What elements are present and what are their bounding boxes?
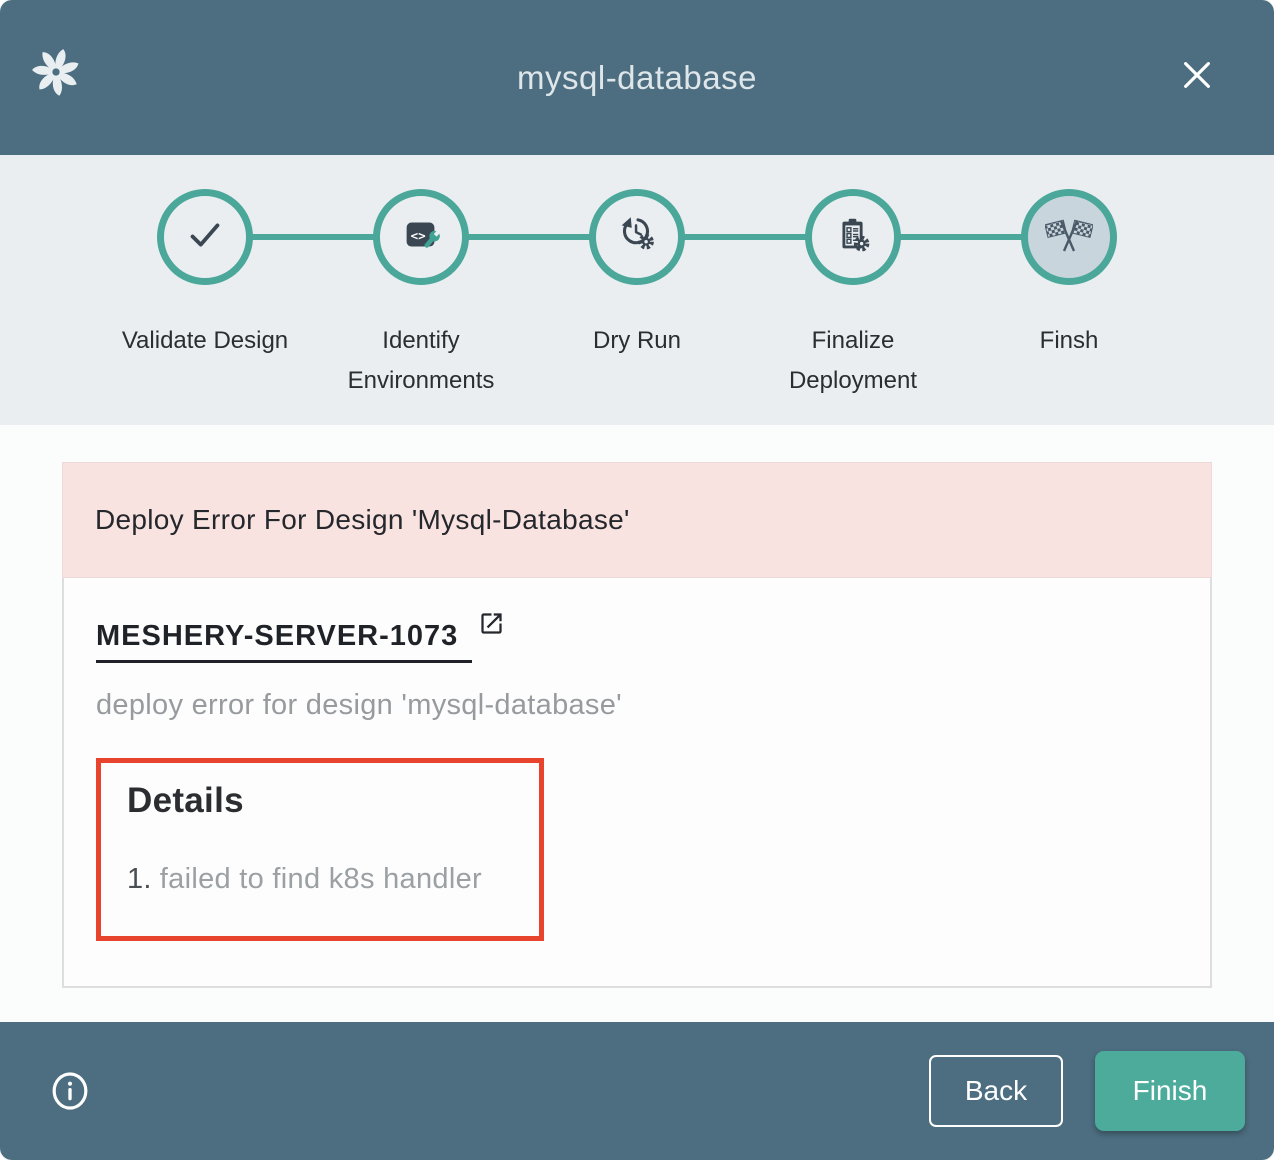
- step-circle-validate: [157, 189, 253, 285]
- step-circle-finalize: [805, 189, 901, 285]
- error-banner: Deploy Error For Design 'Mysql-Database': [62, 462, 1212, 578]
- code-config-icon: <>: [398, 212, 444, 263]
- error-banner-title: Deploy Error For Design 'Mysql-Database': [95, 504, 630, 536]
- step-finalize-deployment: Finalize Deployment: [745, 189, 961, 401]
- dry-run-icon: [614, 212, 660, 263]
- details-item-number: 1.: [127, 863, 152, 895]
- dialog-footer: Back Finish: [0, 1022, 1274, 1160]
- step-validate-design: Validate Design: [97, 189, 313, 401]
- back-button[interactable]: Back: [929, 1055, 1063, 1127]
- step-dry-run: Dry Run: [529, 189, 745, 401]
- error-detail-panel: MESHERY-SERVER-1073 deploy error for des…: [62, 578, 1212, 988]
- details-title: Details: [127, 781, 513, 821]
- clipboard-gear-icon: [830, 212, 876, 263]
- step-label: Finalize Deployment: [753, 321, 953, 401]
- step-circle-dry-run: [589, 189, 685, 285]
- deployment-stepper: Validate Design <>: [0, 155, 1274, 425]
- error-code-link[interactable]: MESHERY-SERVER-1073: [96, 620, 472, 663]
- check-icon: [182, 212, 228, 263]
- error-summary: deploy error for design 'mysql-database': [96, 689, 1178, 722]
- details-highlight-box: Details 1.failed to find k8s handler: [96, 758, 544, 941]
- step-label: Dry Run: [593, 321, 681, 361]
- step-label: Identify Environments: [321, 321, 521, 401]
- deploy-dialog: mysql-database Validate Design: [0, 0, 1274, 1160]
- info-icon[interactable]: [50, 1069, 90, 1113]
- dialog-header: mysql-database: [0, 0, 1274, 155]
- checkered-flags-icon: [1045, 211, 1093, 264]
- step-circle-finish: [1021, 189, 1117, 285]
- step-circle-identify: <>: [373, 189, 469, 285]
- meshery-logo-icon: [30, 46, 82, 98]
- step-label: Finsh: [1040, 321, 1099, 361]
- details-item-text: failed to find k8s handler: [160, 863, 482, 895]
- svg-text:<>: <>: [411, 227, 426, 242]
- dialog-title: mysql-database: [517, 59, 757, 97]
- step-identify-environments: <> Identify Environments: [313, 189, 529, 401]
- details-list-item: 1.failed to find k8s handler: [127, 863, 513, 896]
- step-label: Validate Design: [122, 321, 288, 361]
- step-finish: Finsh: [961, 189, 1177, 401]
- finish-button[interactable]: Finish: [1095, 1051, 1245, 1131]
- close-icon[interactable]: [1176, 54, 1218, 96]
- dialog-content: Deploy Error For Design 'Mysql-Database'…: [0, 425, 1274, 1022]
- launch-icon[interactable]: [478, 610, 505, 642]
